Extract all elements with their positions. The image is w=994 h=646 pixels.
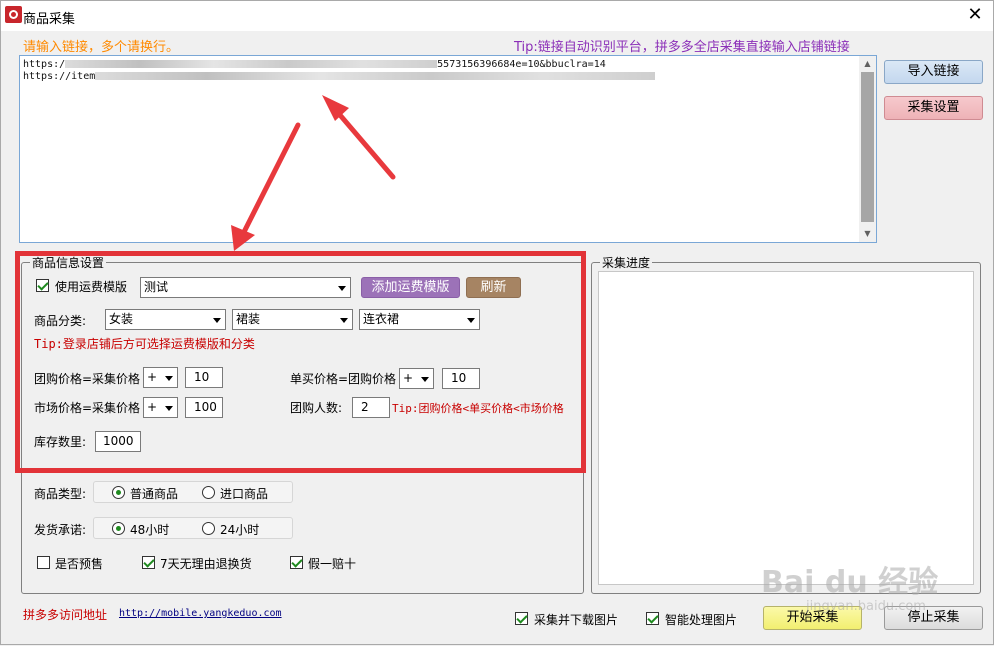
arrow-down-icon (231, 122, 301, 251)
annotation-arrows (231, 95, 396, 251)
arrow-up-icon (322, 95, 396, 180)
baidu-watermark: Bai du 经验 (761, 565, 939, 600)
main-window: 商品采集 ✕ 请输入链接，多个请换行。 Tip:链接自动识别平台，拼多多全店采集… (0, 0, 994, 645)
baidu-watermark-url: jingyan.baidu.com (806, 599, 926, 614)
